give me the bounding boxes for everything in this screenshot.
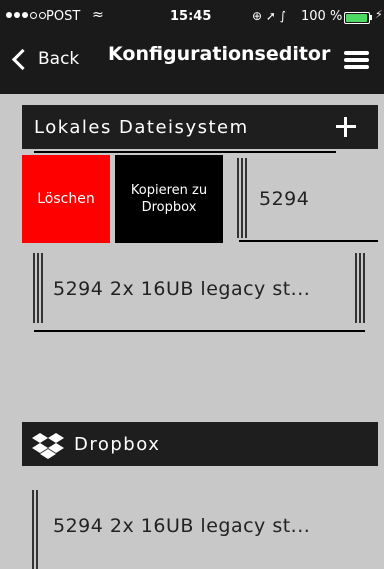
battery-tip	[370, 15, 372, 20]
battery-percent: 100 %	[301, 9, 343, 24]
carrier-name: POST	[46, 9, 81, 24]
wifi-icon: ≈	[92, 7, 104, 23]
chevron-left-icon	[11, 48, 34, 70]
local-section-header: Lokales Dateisystem	[22, 105, 378, 149]
charging-icon: ⚡	[375, 8, 383, 21]
dropbox-section-header: Dropbox	[22, 422, 378, 466]
divider	[34, 151, 336, 153]
hamburger-menu-icon[interactable]	[344, 51, 369, 69]
copy-to-dropbox-button[interactable]: Kopieren zu Dropbox	[115, 155, 223, 243]
back-button[interactable]: Back	[10, 44, 79, 74]
page-title: Konfigurationseditor	[108, 43, 331, 65]
signal-dots-icon	[6, 12, 46, 19]
add-icon[interactable]	[334, 115, 358, 139]
bluetooth-icon: ∫	[279, 9, 287, 23]
selected-file-name: 5294	[259, 188, 310, 210]
battery-icon	[344, 12, 370, 24]
dropbox-section-title: Dropbox	[74, 434, 161, 455]
location-arrow-icon: ➚	[265, 9, 276, 23]
local-section-title: Lokales Dateisystem	[34, 117, 249, 138]
dropbox-file-name: 5294 2x 16UB legacy st...	[53, 515, 311, 537]
top-bar: POST ≈ 15:45 ⊕ ➚ ∫ 100 % ⚡ Back Konfigur…	[0, 0, 384, 94]
dropbox-icon	[32, 433, 64, 459]
status-time: 15:45	[170, 9, 212, 24]
lock-rotation-icon: ⊕	[252, 9, 263, 23]
back-label: Back	[38, 49, 80, 69]
delete-button[interactable]: Löschen	[22, 155, 110, 243]
status-icons: ⊕ ➚ ∫	[252, 9, 286, 23]
local-file-name: 5294 2x 16UB legacy st...	[53, 278, 311, 300]
status-bar: POST ≈ 15:45 ⊕ ➚ ∫ 100 % ⚡	[0, 0, 384, 34]
